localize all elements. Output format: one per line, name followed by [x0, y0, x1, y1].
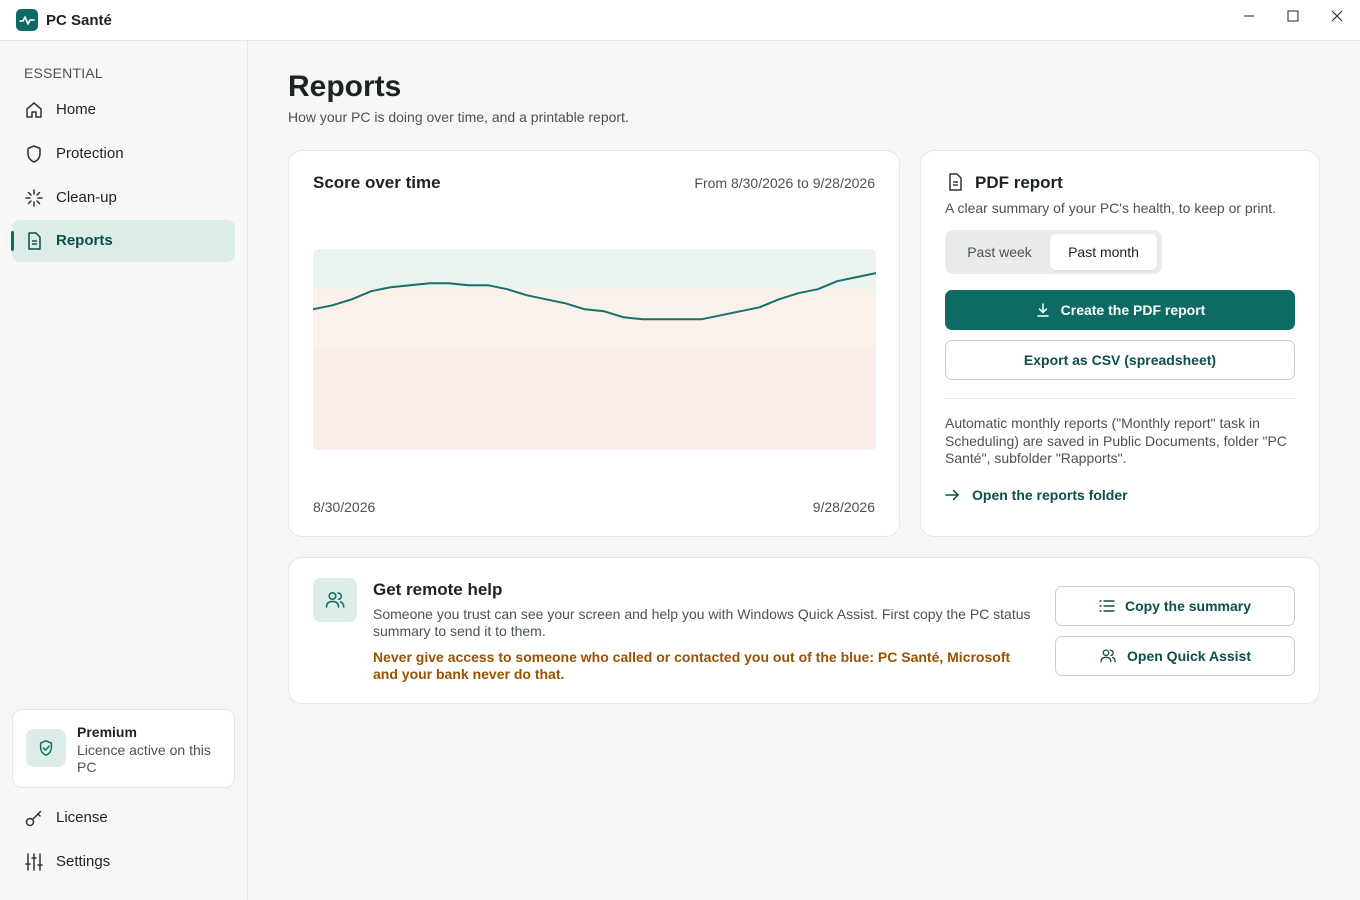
home-icon	[24, 100, 44, 120]
pdf-report-title: PDF report	[975, 173, 1063, 192]
minimize-icon	[1244, 15, 1254, 17]
sidebar: ESSENTIAL Home Protection Clean-up Repor…	[0, 41, 248, 900]
users-icon	[1100, 649, 1116, 663]
create-pdf-button[interactable]: Create the PDF report	[945, 290, 1295, 330]
sidebar-item-label: Reports	[56, 232, 113, 249]
maximize-icon	[1287, 10, 1299, 22]
sidebar-item-license[interactable]: License	[12, 797, 235, 839]
sidebar-item-label: Settings	[56, 853, 111, 870]
score-band-0	[313, 249, 876, 290]
pdf-report-description: A clear summary of your PC's health, to …	[945, 200, 1277, 216]
x-axis-end-label: 9/28/2026	[812, 499, 875, 515]
sliders-icon	[24, 852, 44, 872]
export-csv-button[interactable]: Export as CSV (spreadsheet)	[945, 340, 1295, 380]
export-csv-label: Export as CSV (spreadsheet)	[1023, 352, 1217, 368]
chart-title: Score over time	[313, 173, 441, 192]
app-logo-icon	[16, 9, 38, 31]
divider	[945, 398, 1295, 399]
remote-help-card: Get remote help Someone you trust can se…	[288, 557, 1320, 704]
period-past-month[interactable]: Past month	[1050, 234, 1157, 270]
open-quick-assist-label: Open Quick Assist	[1127, 648, 1251, 664]
key-icon	[24, 808, 44, 828]
premium-subtitle: Licence active on this PC	[77, 742, 211, 775]
maximize-button[interactable]	[1271, 0, 1315, 32]
score-band-1	[313, 289, 876, 350]
sidebar-item-protection[interactable]: Protection	[12, 133, 235, 175]
remote-help-description: Someone you trust can see your screen an…	[373, 606, 1031, 639]
page-subtitle: How your PC is doing over time, and a pr…	[288, 109, 629, 125]
arrow-right-icon	[945, 489, 959, 501]
pdf-report-card: PDF report A clear summary of your PC's …	[920, 150, 1320, 537]
score-card: Score over time From 8/30/2026 to 9/28/2…	[288, 150, 900, 537]
period-selector: Past week Past month	[945, 230, 1162, 274]
sidebar-item-reports[interactable]: Reports	[11, 220, 235, 262]
download-icon	[1036, 303, 1049, 317]
shield-check-icon	[26, 729, 66, 767]
copy-summary-button[interactable]: Copy the summary	[1055, 586, 1295, 626]
active-indicator	[11, 231, 14, 251]
sidebar-item-label: Clean-up	[56, 189, 117, 206]
sidebar-item-label: License	[56, 809, 108, 826]
scam-warning: Never give access to someone who called …	[373, 649, 1011, 682]
title-bar: PC Santé	[0, 0, 1360, 41]
x-axis-start-label: 8/30/2026	[313, 499, 376, 515]
score-band-2	[313, 349, 876, 450]
remote-help-title: Get remote help	[373, 580, 503, 599]
score-chart	[313, 249, 876, 450]
sidebar-item-settings[interactable]: Settings	[12, 841, 235, 883]
sidebar-item-home[interactable]: Home	[12, 89, 235, 131]
sidebar-section-label: ESSENTIAL	[24, 65, 103, 81]
list-icon	[1099, 600, 1115, 612]
open-quick-assist-button[interactable]: Open Quick Assist	[1055, 636, 1295, 676]
create-pdf-label: Create the PDF report	[1060, 302, 1206, 318]
automatic-reports-note: Automatic monthly reports ("Monthly repo…	[945, 415, 1287, 466]
sidebar-item-label: Home	[56, 101, 97, 118]
period-past-week[interactable]: Past week	[949, 234, 1050, 270]
app-title: PC Santé	[46, 12, 112, 29]
users-icon	[313, 578, 357, 622]
close-button[interactable]	[1315, 0, 1359, 32]
sidebar-item-clean-up[interactable]: Clean-up	[12, 177, 235, 219]
close-icon	[1331, 10, 1343, 22]
minimize-button[interactable]	[1227, 0, 1271, 32]
sidebar-item-label: Protection	[56, 145, 124, 162]
open-reports-folder-label: Open the reports folder	[972, 487, 1128, 503]
document-icon	[945, 172, 965, 197]
premium-title: Premium	[77, 724, 137, 740]
page-title: Reports	[288, 70, 402, 103]
open-reports-folder-link[interactable]: Open the reports folder	[945, 487, 1128, 503]
copy-summary-label: Copy the summary	[1124, 598, 1252, 614]
shield-icon	[24, 144, 44, 164]
chart-date-range: From 8/30/2026 to 9/28/2026	[694, 175, 875, 191]
sparkle-icon	[24, 188, 44, 208]
document-icon	[24, 231, 44, 251]
premium-status-card: Premium Licence active on this PC	[12, 709, 235, 788]
